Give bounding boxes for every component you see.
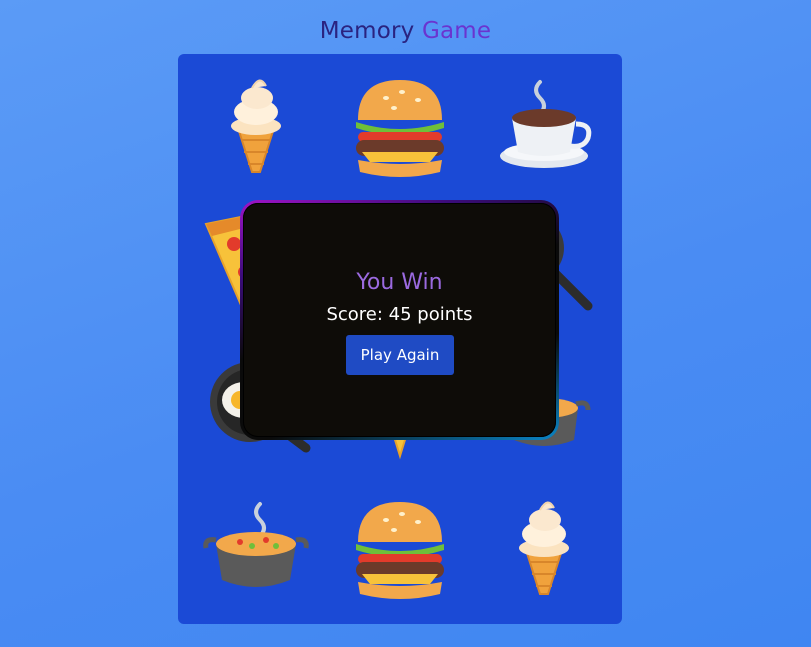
ice-cream-icon <box>231 79 281 173</box>
win-title: You Win <box>356 270 443 295</box>
burger-icon <box>356 80 444 177</box>
coffee-cup-icon <box>500 80 592 168</box>
title-word-game: Game <box>421 18 492 44</box>
burger-icon <box>356 502 444 599</box>
score-text: Score: 45 points <box>326 304 473 325</box>
card-3[interactable] <box>470 60 618 202</box>
card-11[interactable] <box>326 482 474 624</box>
card-2[interactable] <box>326 60 474 202</box>
ice-cream-icon <box>519 501 569 595</box>
card-10[interactable] <box>182 482 330 624</box>
stew-pot-icon <box>203 502 309 587</box>
win-modal: You Win Score: 45 points Play Again <box>240 200 559 440</box>
card-1[interactable] <box>182 60 330 202</box>
card-12[interactable] <box>470 482 618 624</box>
win-modal-body: You Win Score: 45 points Play Again <box>243 203 556 437</box>
title-word-memory: Memory <box>319 18 415 44</box>
page-title: Memory Game <box>0 18 811 44</box>
play-again-button[interactable]: Play Again <box>346 335 454 375</box>
